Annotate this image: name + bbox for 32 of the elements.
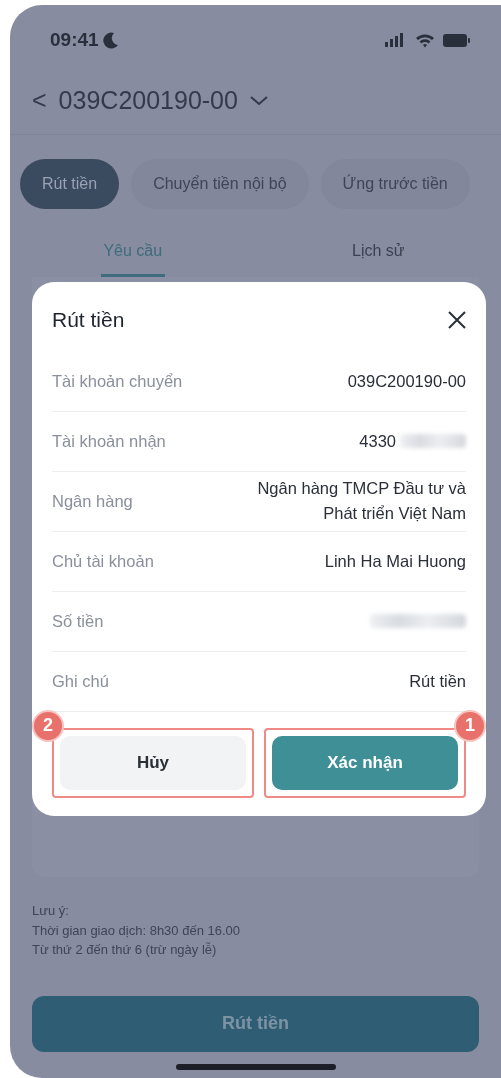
chevron-down-icon[interactable] [249, 95, 268, 106]
callout-number: 2 [32, 709, 64, 742]
field-value: Linh Ha Mai Huong [324, 550, 466, 572]
field-value: Ngân hàng TMCP Đầu tư và Phát triển Việt Nam [256, 478, 466, 524]
cancel-button[interactable]: Hủy [60, 735, 246, 790]
tab[interactable]: Yêu cầu [10, 225, 256, 277]
segment-tab[interactable]: Chuyển tiền nội bộ [131, 159, 309, 209]
field-label: Ghi chú [52, 670, 109, 692]
close-icon[interactable] [448, 310, 466, 329]
note-text: Từ thứ 2 đến thứ 6 (trừ ngày lễ) [32, 941, 218, 959]
field-value: 4330 [359, 430, 396, 452]
status-time: 09:41 [50, 27, 99, 52]
back-button[interactable]: < [32, 81, 47, 120]
segment-tab[interactable]: Rút tiền [20, 159, 120, 209]
account-number: 039C200190-00 [58, 84, 238, 116]
battery-icon [443, 33, 471, 47]
segment-tab[interactable]: Ứng trước tiền [320, 159, 470, 209]
field-label: Tài khoản chuyển [52, 370, 183, 392]
callout-number: 1 [454, 709, 486, 742]
field-label: Chủ tài khoản [52, 550, 154, 572]
field-label: Số tiền [52, 610, 104, 632]
note-title: Lưu ý: [32, 902, 70, 920]
confirm-button[interactable]: Xác nhận [272, 735, 458, 790]
moon-icon [102, 31, 119, 49]
dialog-title: Rút tiền [52, 307, 125, 333]
field-value: 039C200190-00 [347, 370, 466, 392]
note-text: Thời gian giao dịch: 8h30 đến 16.00 [32, 921, 241, 940]
wifi-icon [415, 32, 435, 48]
field-value: Rút tiền [409, 670, 466, 692]
field-label: Tài khoản nhận [52, 430, 166, 452]
tab[interactable]: Lịch sử [255, 225, 501, 277]
field-label: Ngân hàng [52, 490, 133, 512]
